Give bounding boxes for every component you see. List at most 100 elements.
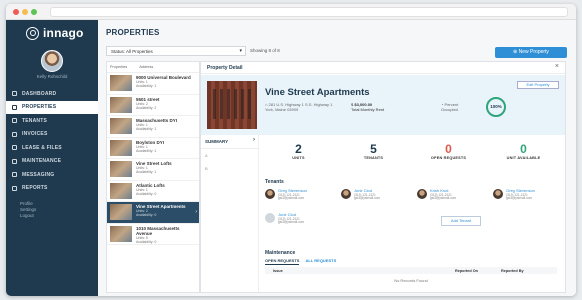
maintenance-heading: Maintenance <box>265 250 296 256</box>
page-title: PROPERTIES <box>106 28 160 37</box>
detail-header: Property Detail × <box>201 62 565 74</box>
tenant-card[interactable]: Greg Stevenson (313) 121-2121 gst3@ystmail… <box>493 188 535 201</box>
app-name: innago <box>43 26 84 40</box>
tenant-avatar <box>417 189 427 199</box>
monthly-rent: $ $3,000.00 Total Monthly Rent <box>351 102 385 112</box>
tenant-avatar <box>341 189 351 199</box>
sidebar-item-invoices[interactable]: INVOICES <box>6 128 98 142</box>
sidebar-item-tenants[interactable]: TENANTS <box>6 114 98 128</box>
property-row[interactable]: Boylston DYI Units: 1 Availability: 1 <box>107 138 199 159</box>
property-thumbnail <box>110 225 132 242</box>
property-thumbnail <box>110 161 132 177</box>
property-hero: Vine Street Apartments ⌂ 281 U.S. Highwa… <box>201 75 565 135</box>
tab-b[interactable]: B <box>201 162 258 175</box>
new-property-button[interactable]: ⊕ New Property <box>495 47 567 58</box>
stat-tenants: 5 TENANTS <box>363 142 384 160</box>
tab-all-requests[interactable]: ALL REQUESTS <box>305 258 336 265</box>
stat-units: 2 UNITS <box>292 142 305 160</box>
maximize-window-button[interactable] <box>31 9 37 15</box>
tenant-avatar <box>265 189 275 199</box>
col-reported-by: Reported By <box>501 268 524 273</box>
showing-count: Showing 8 of 8 <box>250 48 280 53</box>
property-list-header: Properties Address <box>107 62 199 73</box>
user-avatar[interactable] <box>41 50 63 72</box>
property-thumbnail <box>110 118 132 134</box>
dashboard-icon <box>12 91 17 97</box>
property-row[interactable]: 9000 Universal Boulevard Units: 1 Availabi… <box>107 73 199 95</box>
minimize-window-button[interactable] <box>22 9 28 15</box>
property-address: ⌂ 281 U.S. Highway 1 S.S. Highway 1 York… <box>265 102 333 112</box>
chevron-right-icon: › <box>253 137 255 143</box>
sidebar-item-properties[interactable]: PROPERTIES <box>6 100 98 114</box>
wrench-icon <box>12 158 17 164</box>
users-icon <box>12 118 17 124</box>
tenants-heading: Tenants <box>265 179 284 185</box>
edit-property-button[interactable]: Edit Property <box>517 81 559 89</box>
occupancy-ring: 100% <box>486 97 506 117</box>
sidebar-item-messaging[interactable]: MESSAGING <box>6 168 98 182</box>
status-filter-select[interactable]: Status: All Properties ▾ <box>106 46 246 56</box>
stat-open-requests: 0 OPEN REQUESTS <box>430 142 467 160</box>
tab-summary[interactable]: SUMMARY › <box>201 135 258 149</box>
file-icon <box>12 145 17 151</box>
property-list: Properties Address 9000 Universal Boulev… <box>106 61 200 293</box>
add-tenant-button[interactable]: Add Tenant <box>441 216 481 226</box>
message-icon <box>12 172 17 178</box>
chevron-down-icon: ▾ <box>239 48 242 54</box>
sidebar-item-maintenance[interactable]: MAINTENANCE <box>6 155 98 169</box>
user-name: Kelly Rohschild <box>36 74 68 79</box>
stat-unit-available: 0 UNIT AVAILABLE <box>506 142 541 160</box>
col-address: Address <box>139 65 154 69</box>
detail-tabs: SUMMARY › A B <box>201 135 259 292</box>
close-icon[interactable]: × <box>555 63 559 70</box>
property-photo <box>207 81 257 129</box>
app-logo[interactable]: innago <box>6 20 98 40</box>
tab-open-requests[interactable]: OPEN REQUESTS <box>265 258 300 265</box>
property-thumbnail <box>110 139 132 156</box>
chevron-right-icon: › <box>195 209 197 215</box>
tenant-card[interactable]: Junir Clod (313) 121-2121 gst3@ystmail.com <box>265 212 304 225</box>
property-stats: 2 UNITS 5 TENANTS 0 OPEN REQUESTS 0 UNIT AVA… <box>261 142 561 170</box>
col-reported-on: Reported On <box>455 268 478 273</box>
account-links: Profile Settings Logout <box>6 201 98 219</box>
property-thumbnail <box>110 204 132 220</box>
tenant-card[interactable]: Junir Clod (313) 121-2121 gst3@ystmail.com <box>341 188 380 201</box>
property-row[interactable]: Vine Street Lofts Units: 1 Availability: 1 <box>107 159 199 181</box>
property-title: Vine Street Apartments <box>265 87 370 98</box>
property-thumbnail <box>110 96 132 113</box>
filter-label: Status: All Properties <box>111 49 153 54</box>
property-detail-panel: Property Detail × Vine Street Apartments… <box>200 61 566 293</box>
sidebar-nav: DASHBOARD PROPERTIES TENANTS INVOICES LE… <box>6 87 98 195</box>
tenant-avatar <box>265 213 275 223</box>
home-icon <box>12 104 17 110</box>
title-bar <box>6 4 576 20</box>
sidebar-item-dashboard[interactable]: DASHBOARD <box>6 87 98 101</box>
invoice-icon <box>12 131 17 137</box>
property-row[interactable]: Massachusetts DYI Units: 1 Availability: 1 <box>107 116 199 138</box>
tab-a[interactable]: A <box>201 149 258 162</box>
tenant-avatar <box>493 189 503 199</box>
logout-link[interactable]: Logout <box>20 213 98 219</box>
property-row[interactable]: Atlantic Lofts Units: 1 Availability: 0 <box>107 181 199 202</box>
property-row[interactable]: 5501 street Units: 2 Availability: 2 <box>107 95 199 116</box>
property-row-selected[interactable]: Vine Street Apartments Units: 2 Availabili… <box>107 202 199 224</box>
tenant-card[interactable]: Krish Knot (313) 121-2121 gst3@ystmail.com <box>417 188 456 201</box>
sidebar-item-reports[interactable]: REPORTS <box>6 182 98 196</box>
empty-state: No Records Found <box>394 278 428 283</box>
tenant-card[interactable]: Greg Stevenson (313) 121-2121 gst3@ystmail… <box>265 188 307 201</box>
maintenance-table-header: Issue Reported On Reported By <box>265 267 557 274</box>
col-properties: Properties <box>110 65 128 69</box>
col-issue: Issue <box>273 268 283 273</box>
app-window: innago Kelly Rohschild DASHBOARD PROPERT… <box>6 4 576 296</box>
main-content: PROPERTIES Status: All Properties ▾ Show… <box>98 20 576 296</box>
sidebar-item-lease-files[interactable]: LEASE & FILES <box>6 141 98 155</box>
sidebar: innago Kelly Rohschild DASHBOARD PROPERT… <box>6 20 98 296</box>
chart-icon <box>12 185 17 191</box>
occupancy-label: ◔ Percent Occupied <box>441 102 459 112</box>
address-bar[interactable] <box>50 7 568 17</box>
property-thumbnail <box>110 182 132 199</box>
property-row[interactable]: 1010 Massachusetts Avenue Units: 5 Availab… <box>107 224 199 245</box>
maintenance-tabs: OPEN REQUESTS ALL REQUESTS <box>265 258 336 265</box>
property-thumbnail <box>110 75 132 91</box>
close-window-button[interactable] <box>13 9 19 15</box>
